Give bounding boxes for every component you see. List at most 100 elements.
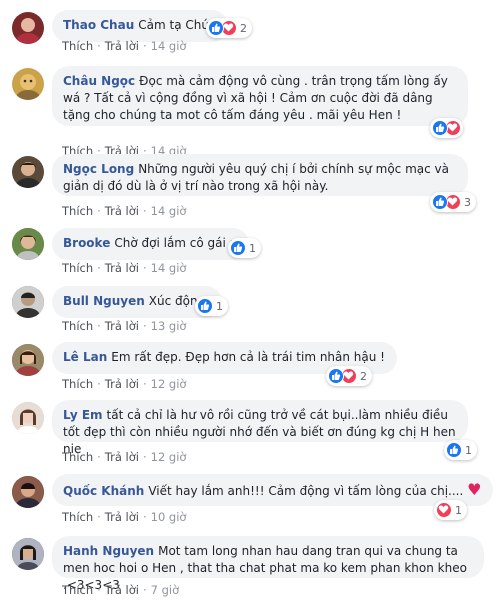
reaction-summary[interactable]: 2: [206, 18, 252, 38]
commenter-name[interactable]: Ly Em: [63, 408, 103, 422]
like-link[interactable]: Thích: [62, 377, 93, 391]
reaction-summary[interactable]: 2: [326, 366, 372, 386]
comment-actions: Thích · Trả lời · 7 giờ: [62, 583, 179, 597]
reaction-count: 2: [240, 21, 247, 35]
comment-actions: Thích · Trả lời · 14 giờ: [62, 39, 186, 53]
reply-link[interactable]: Trả lời: [105, 204, 139, 218]
timestamp[interactable]: 14 giờ: [151, 261, 187, 275]
reply-link[interactable]: Trả lời: [105, 377, 139, 391]
commenter-name[interactable]: Hanh Nguyen: [63, 544, 154, 558]
avatar[interactable]: [12, 402, 44, 434]
separator: ·: [142, 583, 147, 597]
separator: ·: [97, 583, 101, 597]
separator: ·: [97, 204, 101, 218]
separator: ·: [142, 261, 147, 275]
avatar[interactable]: [12, 538, 44, 570]
reaction-summary[interactable]: 1: [434, 500, 467, 520]
comment-bubble: Ngọc Long Những người yêu quý chị í bởi c…: [52, 154, 468, 196]
avatar[interactable]: [12, 228, 44, 260]
timestamp[interactable]: 10 giờ: [151, 510, 187, 524]
comment-text: Chờ đợi lắm cô gái ạ: [114, 236, 238, 250]
comment-actions: Thích · Trả lời · 13 giờ: [62, 319, 186, 333]
timestamp[interactable]: 7 giờ: [151, 583, 180, 597]
separator: ·: [142, 450, 147, 464]
comment-actions: Thích · Trả lời · 14 giờ: [62, 261, 186, 275]
separator: ·: [97, 510, 101, 524]
like-link[interactable]: Thích: [62, 583, 93, 597]
reaction-summary[interactable]: [430, 118, 463, 138]
reaction-count: 1: [249, 241, 256, 255]
reply-link[interactable]: Trả lời: [105, 39, 139, 53]
reply-link[interactable]: Trả lời: [105, 583, 139, 597]
separator: ·: [97, 319, 101, 333]
avatar[interactable]: [12, 476, 44, 508]
separator: ·: [142, 39, 147, 53]
separator: ·: [97, 261, 101, 275]
comment-text: tất cả chỉ là hư vô rồi cũng trở về cát …: [63, 408, 456, 456]
avatar[interactable]: [12, 12, 44, 44]
comment-bubble: Ly Em tất cả chỉ là hư vô rồi cũng trở về…: [52, 400, 468, 456]
avatar[interactable]: [12, 344, 44, 376]
like-reaction-icon: [197, 298, 213, 314]
reply-link[interactable]: Trả lời: [105, 450, 139, 464]
reaction-count: 1: [455, 503, 462, 517]
separator: ·: [142, 204, 147, 218]
commenter-name[interactable]: Thao Chau: [63, 18, 134, 32]
commenter-name[interactable]: Bull Nguyen: [63, 294, 145, 308]
like-link[interactable]: Thích: [62, 450, 93, 464]
reaction-count: 1: [216, 299, 223, 313]
timestamp[interactable]: 12 giờ: [151, 450, 187, 464]
like-reaction-icon: [328, 368, 344, 384]
like-link[interactable]: Thích: [62, 261, 93, 275]
separator: ·: [142, 510, 147, 524]
commenter-name[interactable]: Quốc Khánh: [63, 484, 144, 498]
like-link[interactable]: Thích: [62, 39, 93, 53]
separator: ·: [97, 377, 101, 391]
like-link[interactable]: Thích: [62, 204, 93, 218]
comment-bubble: Châu Ngọc Đọc mà cảm động vô cùng . trân …: [52, 66, 468, 126]
heart-emoji-icon: ♥: [467, 480, 482, 499]
avatar[interactable]: [12, 68, 44, 100]
comment-text: Cảm tạ Chúa: [138, 18, 217, 32]
reaction-summary[interactable]: 1: [195, 296, 228, 316]
comment-text: Em rất đẹp. Đẹp hơn cả là trái tim nhân …: [111, 350, 385, 364]
commenter-name[interactable]: Ngọc Long: [63, 162, 134, 176]
like-link[interactable]: Thích: [62, 319, 93, 333]
separator: ·: [97, 450, 101, 464]
like-reaction-icon: [208, 20, 224, 36]
comment-actions: Thích · Trả lời · 12 giờ: [62, 377, 186, 391]
reply-link[interactable]: Trả lời: [105, 319, 139, 333]
reply-link[interactable]: Trả lời: [105, 261, 139, 275]
reaction-summary[interactable]: 1: [444, 440, 477, 460]
timestamp[interactable]: 14 giờ: [151, 39, 187, 53]
comment-bubble: Brooke Chờ đợi lắm cô gái ạ: [52, 228, 250, 260]
comment-text: Viết hay lắm anh!!! Cảm động vì tấm lòng…: [148, 484, 468, 498]
reply-link[interactable]: Trả lời: [105, 510, 139, 524]
reaction-count: 1: [465, 443, 472, 457]
like-reaction-icon: [446, 442, 462, 458]
separator: ·: [142, 319, 147, 333]
comment-bubble: Quốc Khánh Viết hay lắm anh!!! Cảm động v…: [52, 474, 494, 506]
comment-bubble: Hanh Nguyen Mot tam long nhan hau dang tr…: [52, 536, 484, 592]
avatar[interactable]: [12, 286, 44, 318]
commenter-name[interactable]: Lê Lan: [63, 350, 107, 364]
reaction-count: 3: [464, 195, 471, 209]
avatar[interactable]: [12, 156, 44, 188]
like-reaction-icon: [432, 120, 448, 136]
timestamp[interactable]: 13 giờ: [151, 319, 187, 333]
like-reaction-icon: [230, 240, 246, 256]
timestamp[interactable]: 14 giờ: [151, 204, 187, 218]
commenter-name[interactable]: Châu Ngọc: [63, 74, 135, 88]
timestamp[interactable]: 12 giờ: [151, 377, 187, 391]
separator: ·: [97, 39, 101, 53]
reaction-summary[interactable]: 1: [228, 238, 261, 258]
love-reaction-icon: [436, 502, 452, 518]
comment-bubble: Thao Chau Cảm tạ Chúa: [52, 10, 229, 42]
comment-actions: Thích · Trả lời · 14 giờ: [62, 204, 186, 218]
like-link[interactable]: Thích: [62, 510, 93, 524]
reaction-count: 2: [360, 369, 367, 383]
comment-actions: Thích · Trả lời · 12 giờ: [62, 450, 186, 464]
like-reaction-icon: [432, 194, 448, 210]
commenter-name[interactable]: Brooke: [63, 236, 110, 250]
reaction-summary[interactable]: 3: [430, 192, 476, 212]
